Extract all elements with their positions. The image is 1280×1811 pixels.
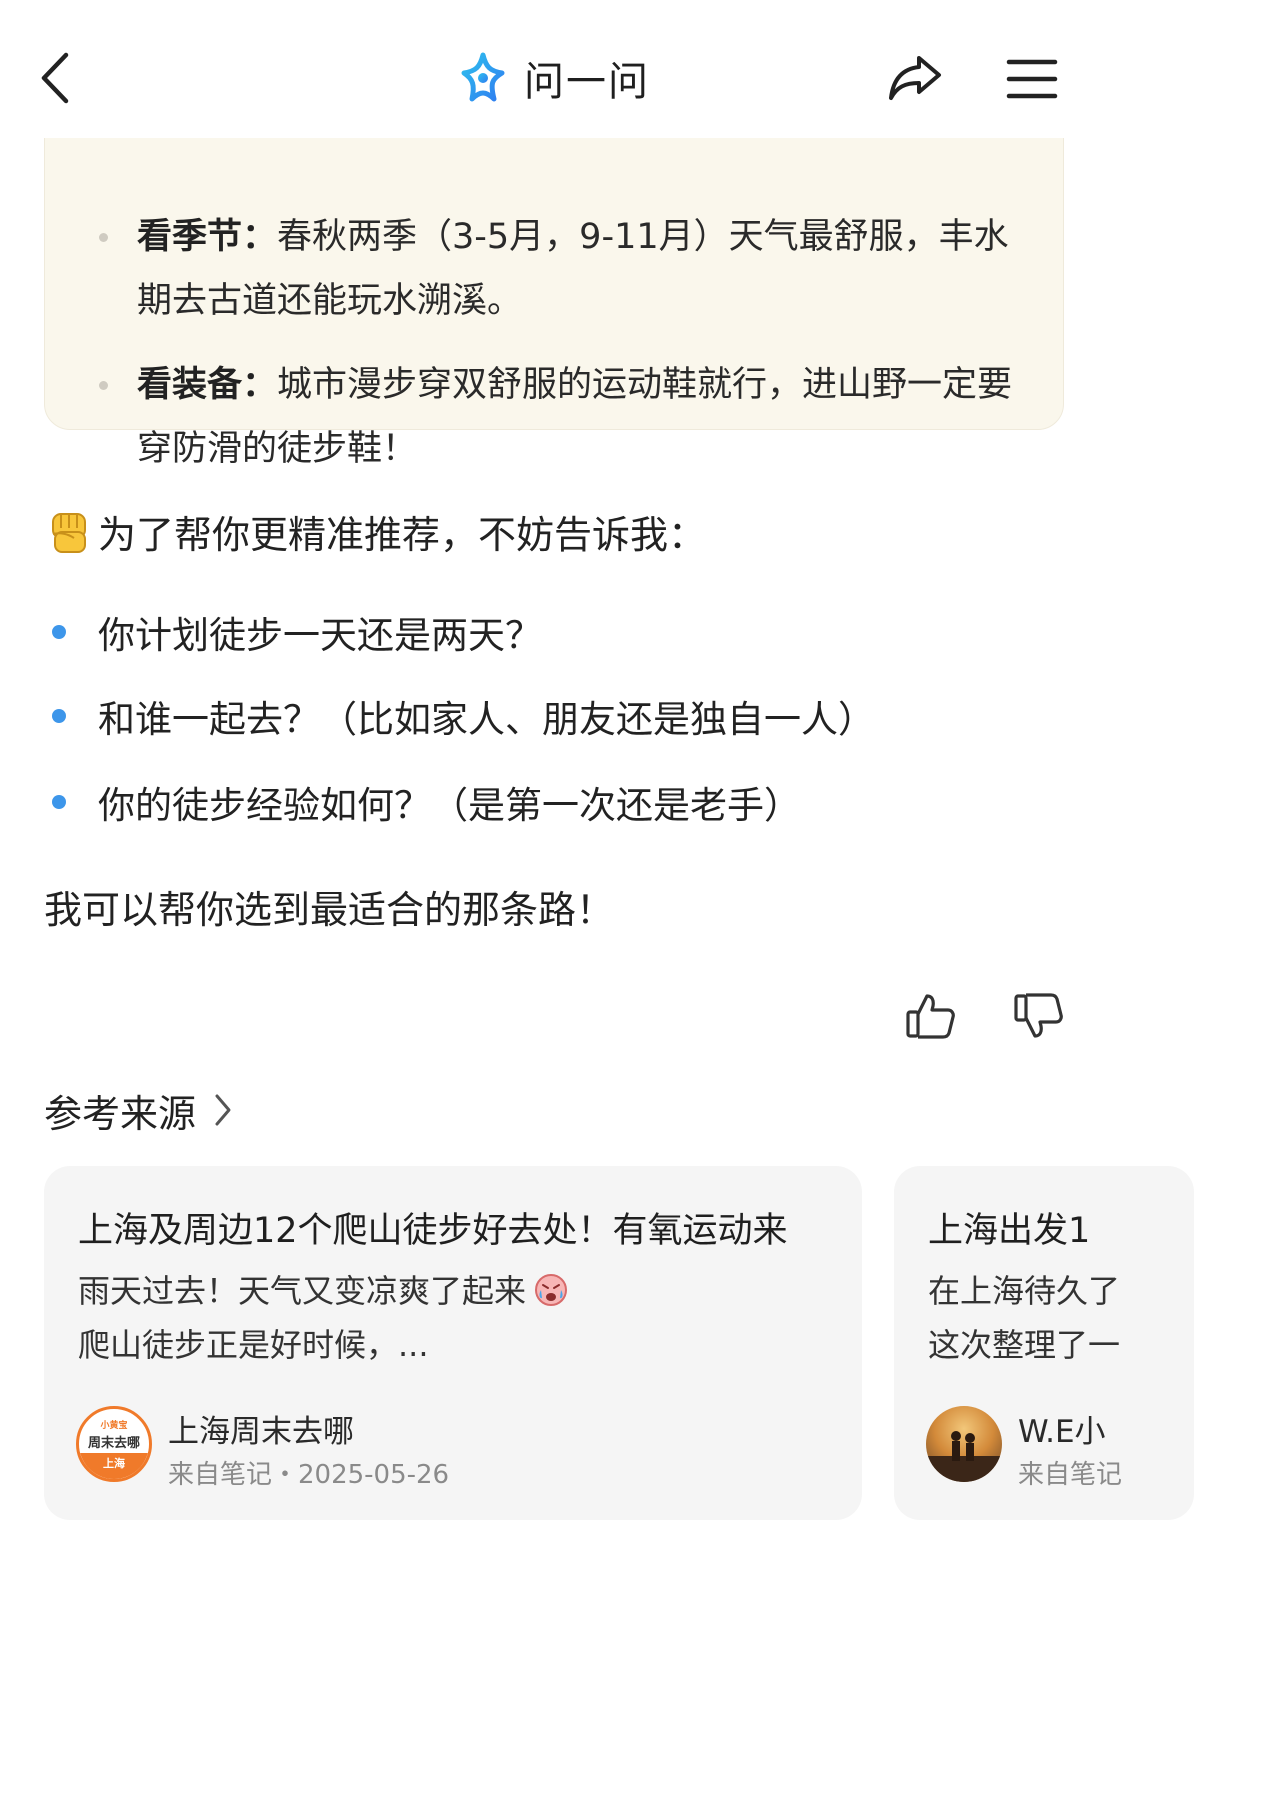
tips-card: 看季节：春秋两季（3-5月，9-11月）天气最舒服，丰水期去古道还能玩水溯溪。 … — [44, 90, 1064, 469]
author-name: 上海周末去哪 — [168, 1414, 354, 1450]
sources-heading-text: 参考来源 — [44, 1091, 197, 1136]
chevron-left-icon — [41, 52, 69, 104]
page-title: 问一问 — [456, 48, 650, 108]
avatar-badge-top: 小黄宝 — [100, 1421, 128, 1431]
source-excerpt-line: 在上海待久了 — [928, 1272, 1121, 1310]
question-text: 你的徒步经验如何？（是第一次还是老手） — [98, 784, 801, 827]
question-text: 你计划徒步一天还是两天？ — [98, 614, 542, 657]
closing-text: 我可以帮你选到最适合的那条路！ — [44, 887, 615, 932]
chevron-right-icon — [215, 1094, 231, 1126]
title-text: 问一问 — [524, 59, 650, 105]
question-text: 和谁一起去？（比如家人、朋友还是独自一人） — [98, 698, 875, 741]
question-item: 你的徒步经验如何？（是第一次还是老手） — [52, 774, 801, 830]
source-excerpt-line: 爬山徒步正是好时候，... — [78, 1326, 429, 1364]
source-card[interactable]: 上海出发1 在上海待久了 这次整理了一 W.E小 来自笔记 — [894, 1166, 1194, 1520]
avatar-badge-mid: 周末去哪 — [87, 1436, 140, 1451]
source-excerpt-text: 雨天过去！天气又变凉爽了起来 — [78, 1272, 527, 1310]
tip-key: 看装备： — [137, 365, 278, 405]
author-avatar — [926, 1406, 1002, 1482]
bullet-dot — [52, 795, 66, 809]
bullet-dot — [52, 709, 66, 723]
dislike-button[interactable] — [1010, 988, 1066, 1044]
source-meta: 来自笔记・2025-05-26 — [168, 1460, 450, 1490]
avatar-photo-silhouette — [926, 1431, 1002, 1482]
source-excerpt-line: 雨天过去！天气又变凉爽了起来 — [78, 1266, 570, 1312]
thumbs-down-icon — [1014, 993, 1063, 1038]
share-button[interactable] — [880, 46, 950, 110]
source-excerpt-line: 这次整理了一 — [928, 1326, 1121, 1364]
top-bar: 问一问 — [0, 0, 1108, 138]
share-arrow-icon — [889, 56, 941, 100]
sparkle-star-logo-icon — [461, 52, 505, 102]
hamburger-menu-icon — [1006, 59, 1058, 99]
prompt-intro-text: 为了帮你更精准推荐，不妨告诉我： — [98, 512, 707, 557]
bullet-dot — [99, 381, 108, 390]
author-avatar: 小黄宝 周末去哪 上海 — [76, 1406, 152, 1482]
author-name: W.E小 — [1018, 1414, 1106, 1450]
bullet-dot — [52, 625, 66, 639]
source-card[interactable]: 上海及周边12个爬山徒步好去处！有氧运动来 雨天过去！天气又变凉爽了起来 爬山徒… — [44, 1166, 862, 1520]
like-button[interactable] — [902, 988, 958, 1044]
tip-key: 看季节： — [137, 217, 278, 257]
source-meta: 来自笔记 — [1018, 1460, 1123, 1490]
thumbs-up-icon — [906, 994, 955, 1039]
back-button[interactable] — [30, 46, 80, 110]
bullet-dot — [99, 233, 108, 242]
sources-heading[interactable]: 参考来源 — [44, 1082, 232, 1138]
tip-season: 看季节：春秋两季（3-5月，9-11月）天气最舒服，丰水期去古道还能玩水溯溪。 — [99, 205, 1037, 333]
source-title: 上海及周边12个爬山徒步好去处！有氧运动来 — [78, 1211, 788, 1251]
tip-gear: 看装备：城市漫步穿双舒服的运动鞋就行，进山野一定要穿防滑的徒步鞋！ — [99, 353, 1037, 481]
question-item: 和谁一起去？（比如家人、朋友还是独自一人） — [52, 688, 875, 744]
question-item: 你计划徒步一天还是两天？ — [52, 604, 542, 660]
avatar-badge-bottom: 上海 — [79, 1453, 149, 1479]
source-title: 上海出发1 — [928, 1211, 1091, 1251]
prompt-intro: 为了帮你更精准推荐，不妨告诉我： — [44, 498, 706, 564]
raised-fist-emoji-icon — [52, 513, 86, 553]
menu-button[interactable] — [1000, 52, 1064, 106]
crying-face-emoji-icon — [535, 1274, 568, 1306]
